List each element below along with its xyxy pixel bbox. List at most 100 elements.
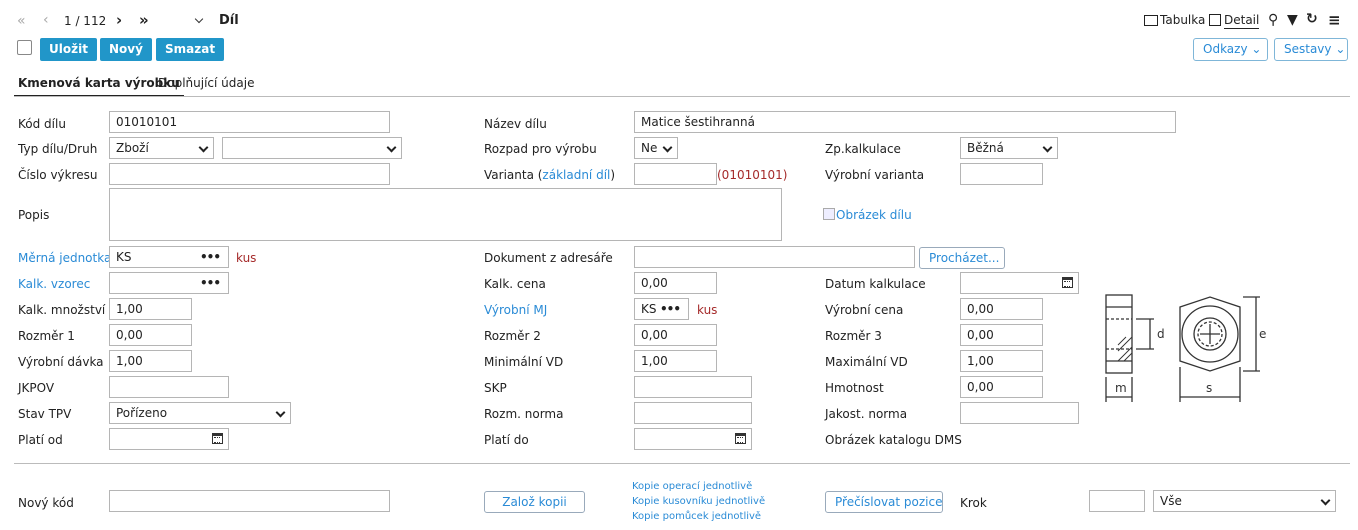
- copy-button[interactable]: Založ kopii: [484, 491, 585, 513]
- copy-tools-link[interactable]: Kopie pomůcek jednotlivě: [632, 511, 761, 522]
- chevron-down-icon: [275, 407, 286, 418]
- obrazek-link[interactable]: Obrázek dílu: [836, 208, 912, 222]
- jakost-label: Jakost. norma: [825, 407, 908, 421]
- more-icon[interactable]: •••: [660, 302, 681, 316]
- vzorec-link[interactable]: Kalk. vzorec: [18, 277, 90, 291]
- filter-select[interactable]: Vše: [1153, 490, 1336, 512]
- table-icon[interactable]: [1144, 15, 1158, 26]
- last-page-icon[interactable]: »: [139, 11, 149, 29]
- rozmer3-input[interactable]: 0,00: [960, 324, 1043, 346]
- dokument-label: Dokument z adresáře: [484, 251, 613, 265]
- typ-select[interactable]: Zboží: [109, 137, 214, 159]
- stav-select[interactable]: Pořízeno: [109, 402, 291, 424]
- vzorec-input[interactable]: •••: [109, 272, 229, 294]
- druh-select[interactable]: [222, 137, 402, 159]
- datum-kalk-input[interactable]: [960, 272, 1079, 294]
- more-icon[interactable]: •••: [200, 250, 221, 264]
- varianta-label: Varianta (základní díl): [484, 168, 616, 182]
- vyrobni-mj-input[interactable]: KS •••: [634, 298, 689, 320]
- mnozstvi-label: Kalk. množství: [18, 303, 106, 317]
- davka-label: Výrobní dávka: [18, 355, 104, 369]
- nazev-input[interactable]: Matice šestihranná: [634, 111, 1176, 133]
- links-dropdown[interactable]: Odkazy ⌄: [1193, 38, 1268, 61]
- new-button[interactable]: Nový: [100, 38, 152, 61]
- dim-d: d: [1157, 327, 1165, 341]
- kalk-cena-label: Kalk. cena: [484, 277, 546, 291]
- copy-operations-link[interactable]: Kopie operací jednotlivě: [632, 481, 752, 492]
- zp-kalk-select[interactable]: Běžná: [960, 137, 1058, 159]
- rozmer2-label: Rozměr 2: [484, 329, 541, 343]
- rozm-norma-label: Rozm. norma: [484, 407, 564, 421]
- search-icon[interactable]: ⚲: [1268, 12, 1278, 28]
- nazev-label: Název dílu: [484, 117, 547, 131]
- min-vd-input[interactable]: 1,00: [634, 350, 717, 372]
- jkpov-input[interactable]: [109, 376, 229, 398]
- skp-label: SKP: [484, 381, 507, 395]
- cislo-input[interactable]: [109, 163, 390, 185]
- dim-e: e: [1259, 327, 1266, 341]
- chevron-down-icon[interactable]: [194, 14, 204, 24]
- varianta-input[interactable]: [634, 163, 717, 185]
- rozm-norma-input[interactable]: [634, 402, 752, 424]
- menu-icon[interactable]: ≡: [1328, 11, 1341, 29]
- reports-dropdown[interactable]: Sestavy ⌄: [1274, 38, 1348, 61]
- rozmer2-input[interactable]: 0,00: [634, 324, 717, 346]
- kod-input[interactable]: 01010101: [109, 111, 390, 133]
- rozmer1-input[interactable]: 0,00: [109, 324, 192, 346]
- plati-do-input[interactable]: [634, 428, 752, 450]
- detail-view-link[interactable]: Detail: [1224, 13, 1260, 29]
- rozpad-select[interactable]: Ne: [634, 137, 678, 159]
- krok-label: Krok: [960, 496, 987, 510]
- rozmer3-label: Rozměr 3: [825, 329, 882, 343]
- save-button[interactable]: Uložit: [40, 38, 97, 61]
- krok-input[interactable]: [1089, 490, 1145, 512]
- chevron-down-icon: [1320, 495, 1331, 506]
- calendar-icon[interactable]: [212, 433, 223, 444]
- prev-page-icon[interactable]: ‹: [43, 12, 49, 28]
- kod-label: Kód dílu: [18, 117, 66, 131]
- dokument-input[interactable]: [634, 246, 915, 268]
- hmotnost-input[interactable]: 0,00: [960, 376, 1043, 398]
- next-page-icon[interactable]: ›: [116, 11, 122, 29]
- popis-textarea[interactable]: [109, 188, 782, 241]
- chevron-down-icon: [662, 142, 673, 153]
- rozpad-label: Rozpad pro výrobu: [484, 142, 597, 156]
- rozmer1-label: Rozměr 1: [18, 329, 75, 343]
- zakladni-dil-link[interactable]: základní díl: [542, 168, 610, 182]
- mj-link[interactable]: Měrná jednotka: [18, 251, 111, 265]
- renumber-button[interactable]: Přečíslovat pozice: [825, 491, 943, 513]
- first-page-icon[interactable]: «: [17, 13, 26, 29]
- max-vd-input[interactable]: 1,00: [960, 350, 1043, 372]
- copy-bom-link[interactable]: Kopie kusovníku jednotlivě: [632, 496, 765, 507]
- edit-icon: [1209, 14, 1221, 26]
- popis-label: Popis: [18, 208, 50, 222]
- tab-doplnujici-udaje[interactable]: Doplňující údaje: [158, 76, 254, 90]
- calendar-icon[interactable]: [1062, 277, 1073, 288]
- select-checkbox[interactable]: [17, 40, 32, 55]
- browse-button[interactable]: Procházet...: [919, 247, 1005, 269]
- vyrobni-mj-link[interactable]: Výrobní MJ: [484, 303, 547, 317]
- min-vd-label: Minimální VD: [484, 355, 564, 369]
- plati-do-label: Platí do: [484, 433, 529, 447]
- varianta-ref: (01010101): [717, 168, 788, 182]
- skp-input[interactable]: [634, 376, 752, 398]
- dim-m: m: [1115, 381, 1127, 395]
- pager-text: 1 / 112: [64, 14, 107, 28]
- jkpov-label: JKPOV: [18, 381, 55, 395]
- filter-icon[interactable]: ▼: [1287, 12, 1298, 28]
- plati-od-input[interactable]: [109, 428, 229, 450]
- vyr-varianta-input[interactable]: [960, 163, 1043, 185]
- chevron-down-icon: [198, 142, 209, 153]
- more-icon[interactable]: •••: [200, 276, 221, 290]
- refresh-icon[interactable]: ↻: [1306, 11, 1318, 27]
- table-view-link[interactable]: Tabulka: [1160, 13, 1205, 27]
- kalk-cena-input[interactable]: 0,00: [634, 272, 717, 294]
- mj-input[interactable]: KS •••: [109, 246, 229, 268]
- calendar-icon[interactable]: [735, 433, 746, 444]
- jakost-input[interactable]: [960, 402, 1079, 424]
- mnozstvi-input[interactable]: 1,00: [109, 298, 192, 320]
- novy-kod-input[interactable]: [109, 490, 390, 512]
- vyr-cena-input[interactable]: 0,00: [960, 298, 1043, 320]
- delete-button[interactable]: Smazat: [156, 38, 225, 61]
- davka-input[interactable]: 1,00: [109, 350, 192, 372]
